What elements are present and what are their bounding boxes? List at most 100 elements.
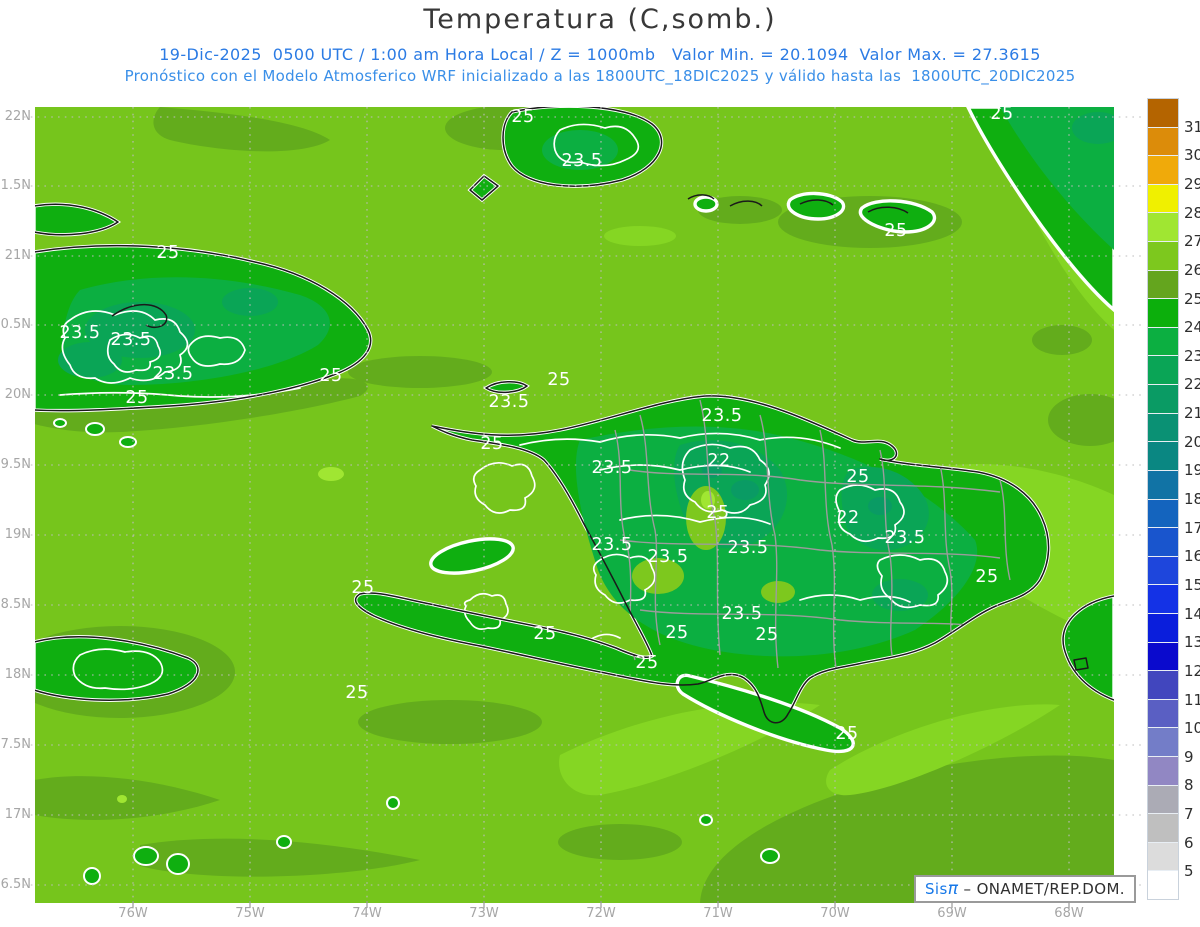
contour-label: 22 <box>707 451 730 471</box>
colorbar-segment <box>1148 156 1178 184</box>
y-axis-label: 19N <box>0 527 31 542</box>
colorbar-label: 15 <box>1184 577 1200 593</box>
contour-label: 23.5 <box>728 538 769 558</box>
contour-label: 25 <box>511 107 534 127</box>
contour-label: 23.5 <box>702 406 743 426</box>
map-canvas: 2523.525252523.523.523.525252523.523.525… <box>0 0 1200 927</box>
colorbar-segment <box>1148 500 1178 528</box>
colorbar-label: 25 <box>1184 291 1200 307</box>
turks-caicos-blob <box>788 193 843 219</box>
contour-label: 23.5 <box>592 458 633 478</box>
colorbar-segment <box>1148 643 1178 671</box>
contour-label: 25 <box>125 388 148 408</box>
x-axis-label: 72W <box>579 906 623 921</box>
contour-label: 25 <box>835 724 858 744</box>
contour-label: 23.5 <box>592 535 633 555</box>
colorbar-segment <box>1148 442 1178 470</box>
colorbar-label: 19 <box>1184 462 1200 478</box>
colorbar-label: 22 <box>1184 376 1200 392</box>
y-axis-label: 8.5N <box>0 597 31 612</box>
pi-symbol: π <box>948 879 959 899</box>
colorbar-label: 9 <box>1184 749 1200 765</box>
contour-label: 25 <box>345 683 368 703</box>
colorbar-segment <box>1148 128 1178 156</box>
colorbar-label: 29 <box>1184 176 1200 192</box>
colorbar-label: 26 <box>1184 262 1200 278</box>
y-axis-label: 22N <box>0 109 31 124</box>
colorbar-segment <box>1148 671 1178 699</box>
contour-label: 25 <box>846 467 869 487</box>
contour-label: 25 <box>884 221 907 241</box>
colorbar-segment <box>1148 471 1178 499</box>
brand-prefix: Sis <box>925 880 948 898</box>
colorbar-label: 8 <box>1184 777 1200 793</box>
colorbar-label: 28 <box>1184 205 1200 221</box>
contour-label: 22 <box>836 508 859 528</box>
colorbar-label: 30 <box>1184 147 1200 163</box>
contour-label: 25 <box>319 366 342 386</box>
colorbar-segment <box>1148 356 1178 384</box>
colorbar-segment <box>1148 843 1178 871</box>
colorbar-label: 27 <box>1184 233 1200 249</box>
y-axis-label: 1.5N <box>0 178 31 193</box>
y-axis-label: 17N <box>0 807 31 822</box>
colorbar-segment <box>1148 728 1178 756</box>
colorbar-segment <box>1148 557 1178 585</box>
attribution-text: – ONAMET/REP.DOM. <box>958 880 1125 898</box>
colorbar-segment <box>1148 328 1178 356</box>
contour-label: 25 <box>547 370 570 390</box>
contour-label: 23.5 <box>885 528 926 548</box>
weather-map-page: Temperatura (C,somb.) 19-Dic-2025 0500 U… <box>0 0 1200 927</box>
contour-label: 23.5 <box>60 323 101 343</box>
contour-label: 23.5 <box>489 392 530 412</box>
contour-label: 23.5 <box>722 604 763 624</box>
y-axis-label: 7.5N <box>0 737 31 752</box>
colorbar-label: 14 <box>1184 606 1200 622</box>
y-axis-label: 0.5N <box>0 317 31 332</box>
contour-label: 23.5 <box>153 364 194 384</box>
colorbar-segment <box>1148 299 1178 327</box>
colorbar-segment <box>1148 271 1178 299</box>
colorbar-label: 11 <box>1184 692 1200 708</box>
y-axis-label: 9.5N <box>0 457 31 472</box>
colorbar-segment <box>1148 871 1178 899</box>
colorbar-label: 23 <box>1184 348 1200 364</box>
contour-label: 25 <box>156 243 179 263</box>
attribution-box: Sisπ – ONAMET/REP.DOM. <box>914 875 1136 903</box>
colorbar-segment <box>1148 414 1178 442</box>
y-axis-label: 20N <box>0 387 31 402</box>
colorbar-segment <box>1148 814 1178 842</box>
colorbar-segment <box>1148 700 1178 728</box>
colorbar-label: 13 <box>1184 634 1200 650</box>
colorbar-label: 21 <box>1184 405 1200 421</box>
contour-label: 23.5 <box>562 151 603 171</box>
colorbar-label: 7 <box>1184 806 1200 822</box>
contour-label: 25 <box>480 434 503 454</box>
colorbar-segment <box>1148 385 1178 413</box>
colorbar-segment <box>1148 786 1178 814</box>
colorbar-segment <box>1148 213 1178 241</box>
contour-label: 25 <box>665 623 688 643</box>
colorbar-label: 18 <box>1184 491 1200 507</box>
colorbar-segment <box>1148 242 1178 270</box>
colorbar <box>1147 98 1179 900</box>
y-axis-label: 6.5N <box>0 877 31 892</box>
contour-label: 23.5 <box>648 547 689 567</box>
colorbar-label: 12 <box>1184 663 1200 679</box>
colorbar-segment <box>1148 99 1178 127</box>
x-axis-label: 68W <box>1047 906 1091 921</box>
colorbar-label: 16 <box>1184 548 1200 564</box>
x-axis-label: 76W <box>111 906 155 921</box>
colorbar-segment <box>1148 757 1178 785</box>
x-axis-label: 70W <box>813 906 857 921</box>
contour-label: 25 <box>706 503 729 523</box>
colorbar-label: 31 <box>1184 119 1200 135</box>
x-axis-label: 73W <box>462 906 506 921</box>
x-axis-label: 71W <box>696 906 740 921</box>
y-axis-label: 18N <box>0 667 31 682</box>
colorbar-segment <box>1148 585 1178 613</box>
contour-label: 25 <box>533 624 556 644</box>
contour-label: 25 <box>351 578 374 598</box>
contour-label: 25 <box>635 653 658 673</box>
colorbar-segment <box>1148 614 1178 642</box>
